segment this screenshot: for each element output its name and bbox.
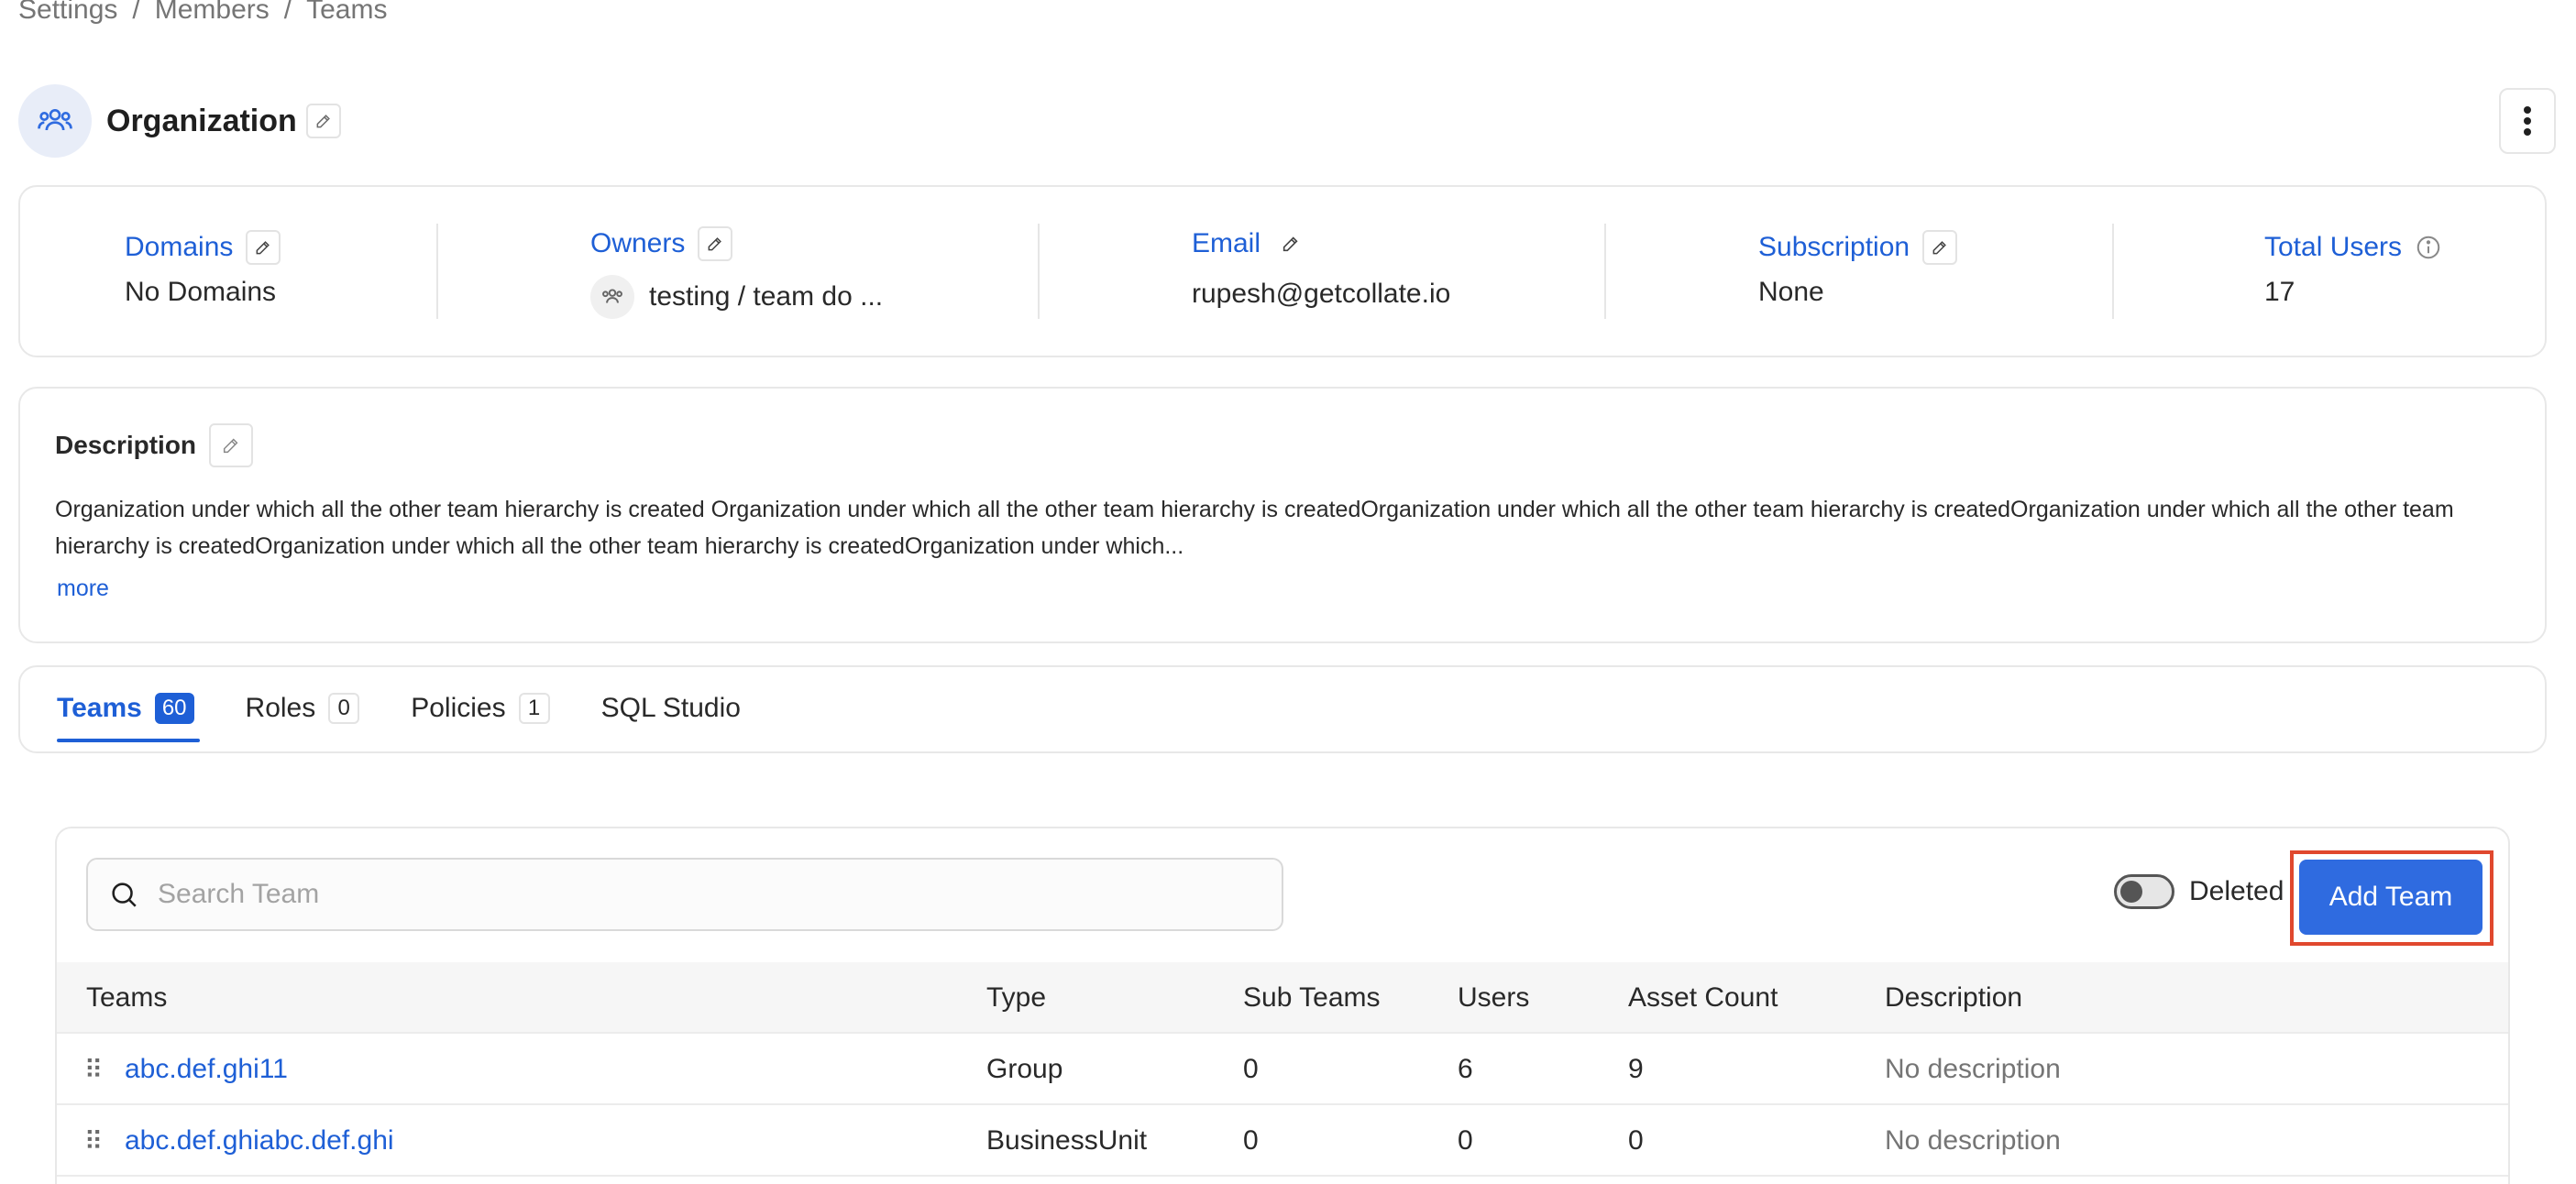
tab-bar: Teams 60 Roles 0 Policies 1 SQL Studio bbox=[57, 693, 741, 742]
team-description: No description bbox=[1885, 1054, 2061, 1084]
edit-icon bbox=[256, 241, 270, 255]
domains-label: Domains bbox=[125, 232, 234, 262]
deleted-toggle-group: Deleted bbox=[2114, 874, 2284, 909]
header-asset-count[interactable]: Asset Count bbox=[1628, 962, 1778, 1034]
team-type: BusinessUnit bbox=[986, 1125, 1148, 1156]
search-box bbox=[86, 858, 1283, 931]
total-users-value: 17 bbox=[2264, 277, 2295, 307]
team-description: No description bbox=[1885, 1125, 2061, 1156]
edit-icon bbox=[316, 115, 330, 128]
org-avatar bbox=[18, 84, 92, 158]
page-title: Organization bbox=[106, 103, 297, 138]
tab-label: Roles bbox=[245, 693, 316, 723]
team-icon bbox=[38, 109, 72, 131]
team-sub-teams: 0 bbox=[1243, 1125, 1259, 1156]
deleted-toggle-label: Deleted bbox=[2189, 876, 2284, 906]
subscription-section: Subscription None bbox=[1758, 227, 1958, 308]
breadcrumb-separator: / bbox=[132, 0, 140, 25]
owners-section: Owners testing / team do ... bbox=[590, 224, 883, 319]
deleted-toggle[interactable] bbox=[2114, 874, 2174, 909]
description-text: Organization under which all the other t… bbox=[55, 497, 2454, 559]
subscription-label: Subscription bbox=[1758, 232, 1910, 262]
breadcrumb: Settings / Members / Teams bbox=[18, 0, 387, 26]
org-info-card: Domains No Domains Owners testing / team… bbox=[18, 185, 2547, 357]
breadcrumb-members[interactable]: Members bbox=[155, 0, 270, 26]
email-label: Email bbox=[1192, 228, 1261, 258]
divider bbox=[1604, 224, 1606, 319]
tab-count-badge: 1 bbox=[518, 693, 550, 724]
team-users: 6 bbox=[1458, 1054, 1473, 1084]
breadcrumb-teams: Teams bbox=[306, 0, 388, 25]
edit-icon bbox=[1282, 236, 1298, 252]
add-team-button[interactable]: Add Team bbox=[2299, 860, 2482, 935]
more-options-button[interactable] bbox=[2499, 88, 2556, 154]
search-input[interactable] bbox=[158, 879, 1258, 910]
divider bbox=[436, 224, 438, 319]
description-card: Description Organization under which all… bbox=[18, 387, 2547, 643]
table-row: ⠿ abc.def.ghiabc.def.ghi BusinessUnit 0 … bbox=[57, 1105, 2508, 1177]
team-sub-teams: 0 bbox=[1243, 1054, 1259, 1084]
header-users[interactable]: Users bbox=[1458, 962, 1529, 1034]
teams-table: Teams Type Sub Teams Users Asset Count D… bbox=[57, 962, 2508, 1177]
drag-handle-icon[interactable]: ⠿ bbox=[84, 1126, 104, 1157]
info-icon[interactable] bbox=[2415, 234, 2442, 261]
email-value: rupesh@getcollate.io bbox=[1192, 279, 1451, 309]
description-title: Description bbox=[55, 431, 197, 459]
total-users-label: Total Users bbox=[2264, 232, 2403, 262]
header-sub-teams[interactable]: Sub Teams bbox=[1243, 962, 1381, 1034]
subscription-value: None bbox=[1758, 277, 1824, 307]
edit-domains-button[interactable] bbox=[246, 230, 281, 265]
team-type: Group bbox=[986, 1054, 1063, 1084]
org-header: Organization bbox=[18, 84, 341, 158]
tab-count-badge: 60 bbox=[154, 693, 194, 724]
tab-sql-studio[interactable]: SQL Studio bbox=[601, 693, 741, 728]
kebab-icon bbox=[2524, 106, 2531, 136]
edit-icon bbox=[1932, 241, 1946, 255]
domains-value: No Domains bbox=[125, 277, 277, 307]
owners-label: Owners bbox=[590, 228, 686, 258]
team-asset-count: 9 bbox=[1628, 1054, 1644, 1084]
table-header: Teams Type Sub Teams Users Asset Count D… bbox=[57, 962, 2508, 1034]
search-icon bbox=[112, 883, 137, 907]
team-users: 0 bbox=[1458, 1125, 1473, 1156]
edit-owners-button[interactable] bbox=[698, 226, 733, 261]
domains-section: Domains No Domains bbox=[125, 227, 281, 308]
tab-label: SQL Studio bbox=[600, 693, 741, 723]
divider bbox=[2112, 224, 2114, 319]
team-name-link[interactable]: abc.def.ghi11 bbox=[125, 1054, 288, 1085]
tab-label: Teams bbox=[57, 693, 142, 723]
tab-roles[interactable]: Roles 0 bbox=[246, 693, 360, 728]
edit-email-button[interactable] bbox=[1273, 226, 1309, 261]
edit-description-button[interactable] bbox=[209, 423, 254, 467]
team-icon bbox=[602, 289, 622, 303]
edit-icon bbox=[708, 237, 722, 251]
breadcrumb-separator: / bbox=[283, 0, 292, 25]
header-description[interactable]: Description bbox=[1885, 962, 2022, 1034]
team-asset-count: 0 bbox=[1628, 1125, 1644, 1156]
email-section: Email rupesh@getcollate.io bbox=[1192, 224, 1450, 310]
header-type[interactable]: Type bbox=[986, 962, 1046, 1034]
edit-icon bbox=[223, 438, 238, 454]
drag-handle-icon[interactable]: ⠿ bbox=[84, 1055, 104, 1085]
total-users-section: Total Users 17 bbox=[2264, 227, 2442, 308]
header-teams[interactable]: Teams bbox=[86, 962, 167, 1034]
edit-subscription-button[interactable] bbox=[1922, 230, 1958, 265]
tabs-card: Teams 60 Roles 0 Policies 1 SQL Studio bbox=[18, 665, 2547, 753]
table-row: ⠿ abc.def.ghi11 Group 0 6 9 No descripti… bbox=[57, 1034, 2508, 1105]
description-more-link[interactable]: more bbox=[57, 576, 109, 602]
tab-teams[interactable]: Teams 60 bbox=[57, 693, 200, 742]
tab-count-badge: 0 bbox=[328, 693, 360, 724]
edit-org-name-button[interactable] bbox=[305, 104, 341, 138]
teams-panel: Deleted Add Team Teams Type Sub Teams Us… bbox=[55, 827, 2510, 1184]
breadcrumb-settings[interactable]: Settings bbox=[18, 0, 117, 26]
owner-link[interactable]: testing / team do ... bbox=[649, 281, 883, 312]
tab-policies[interactable]: Policies 1 bbox=[411, 693, 550, 728]
tab-label: Policies bbox=[411, 693, 506, 723]
owner-team-icon bbox=[590, 275, 634, 319]
divider bbox=[1038, 224, 1040, 319]
team-name-link[interactable]: abc.def.ghiabc.def.ghi bbox=[125, 1125, 394, 1157]
